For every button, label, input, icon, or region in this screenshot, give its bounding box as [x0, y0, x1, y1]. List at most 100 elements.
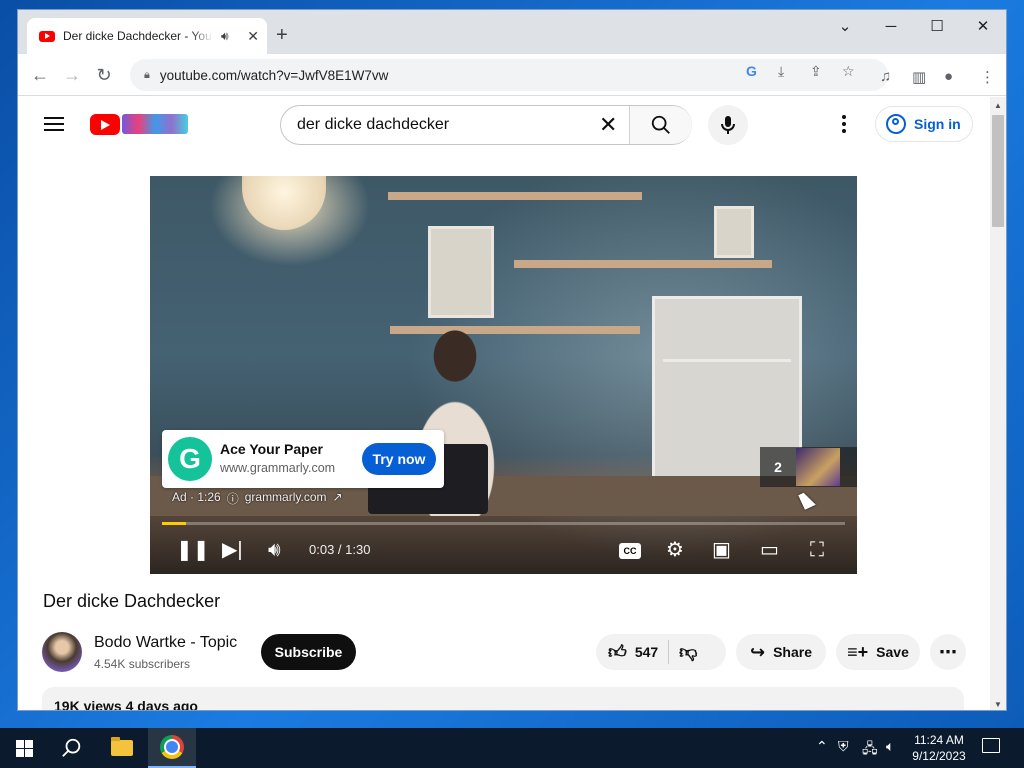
forward-arrow-icon[interactable]: →: [59, 62, 85, 88]
network-icon[interactable]: 🖧︎: [862, 738, 878, 762]
share-page-icon[interactable]: ⇪: [810, 63, 822, 80]
clock-time: 11:24 AM: [914, 733, 964, 747]
tab-close-icon[interactable]: ✕: [247, 28, 259, 45]
scene-shelf: [514, 260, 772, 268]
maximize-button[interactable]: ☐: [914, 10, 960, 42]
start-button[interactable]: [0, 728, 48, 768]
side-panel-icon[interactable]: ▥: [912, 68, 926, 86]
back-arrow-icon[interactable]: ←: [27, 62, 53, 88]
time-display: 0:03 / 1:30: [309, 542, 371, 557]
youtube-favicon-icon: [39, 30, 55, 42]
clock-date: 9/12/2023: [912, 749, 966, 763]
youtube-page: ✕ Sign in: [18, 97, 990, 710]
search-box: ✕: [280, 105, 692, 145]
ad-overlay-card[interactable]: G Ace Your Paper www.grammarly.com Try n…: [162, 430, 444, 488]
microphone-icon: [721, 116, 735, 134]
tab-strip: Der dicke Dachdecker - YouTube 🔊︎ ✕ + ⌄ …: [18, 10, 1006, 54]
security-icon[interactable]: ⛨: [838, 738, 849, 755]
settings-more-icon[interactable]: [842, 115, 846, 133]
new-tab-button[interactable]: +: [276, 24, 288, 47]
sign-in-button[interactable]: Sign in: [875, 106, 973, 142]
grammarly-logo-icon: G: [168, 437, 212, 481]
url-text[interactable]: youtube.com/watch?v=JwfV8E1W7vw: [160, 68, 388, 83]
save-button[interactable]: ≡+ Save: [836, 634, 920, 670]
chrome-taskbar-button[interactable]: [148, 728, 196, 768]
fullscreen-icon[interactable]: ⛶: [810, 538, 824, 562]
player-controls: ❚❚ ▶︎| 🔊︎ 0:03 / 1:30 CC ⚙︎ ▣ ▭ ⛶: [150, 528, 857, 574]
more-horizontal-icon: ⋯: [939, 641, 957, 662]
install-app-icon[interactable]: ⤓: [778, 63, 784, 80]
next-video-thumbnail: [796, 448, 840, 486]
description-box[interactable]: 19K views 4 days ago: [42, 687, 964, 710]
scrollbar-thumb[interactable]: [992, 115, 1004, 227]
close-window-button[interactable]: ✕: [960, 10, 1006, 42]
video-title: Der dicke Dachdecker: [43, 591, 221, 611]
scroll-down-icon[interactable]: ▼: [994, 700, 1002, 709]
subtitles-icon[interactable]: CC: [619, 543, 641, 559]
ad-advertiser-link[interactable]: grammarly.com: [245, 490, 327, 507]
scroll-up-icon[interactable]: ▲: [994, 101, 1002, 110]
minimize-button[interactable]: ─: [868, 10, 914, 42]
show-hidden-icons-icon[interactable]: ⌃: [816, 738, 828, 755]
notification-center-icon[interactable]: [982, 738, 1000, 753]
youtube-logo[interactable]: [90, 114, 120, 135]
youtube-doodle[interactable]: [122, 114, 188, 134]
save-label: Save: [876, 644, 909, 660]
video-player[interactable]: G Ace Your Paper www.grammarly.com Try n…: [150, 176, 857, 574]
pause-icon[interactable]: ❚❚: [176, 538, 210, 562]
voice-search-button[interactable]: [708, 105, 748, 145]
ad-queue-preview[interactable]: 2: [760, 447, 857, 487]
search-input[interactable]: [297, 106, 597, 144]
settings-gear-icon[interactable]: ⚙︎: [666, 538, 684, 562]
share-label: Share: [773, 644, 812, 660]
search-button[interactable]: [629, 106, 692, 144]
miniplayer-icon[interactable]: ▣: [712, 538, 731, 562]
thumbs-down-icon[interactable]: 👎︎: [679, 641, 697, 663]
theater-mode-icon[interactable]: ▭: [760, 538, 779, 562]
media-controls-icon[interactable]: ♫: [880, 68, 891, 85]
channel-avatar[interactable]: [42, 632, 82, 672]
subscribe-button[interactable]: Subscribe: [261, 634, 356, 670]
scene-frame: [714, 206, 754, 258]
ad-duration: Ad · 1:26: [172, 490, 221, 504]
like-dislike-group: 👍︎ 547 👎︎: [596, 634, 726, 670]
lock-icon: 🔒︎: [144, 68, 150, 81]
file-explorer-button[interactable]: [98, 728, 146, 768]
system-clock[interactable]: 11:24 AM 9/12/2023: [908, 732, 970, 764]
tab-youtube[interactable]: Der dicke Dachdecker - YouTube 🔊︎ ✕: [27, 18, 267, 54]
thumbs-up-icon[interactable]: 👍︎: [608, 641, 627, 663]
next-icon[interactable]: ▶︎|: [222, 538, 243, 562]
menu-hamburger-icon[interactable]: [44, 117, 64, 131]
scene-shelf: [388, 192, 642, 200]
volume-icon[interactable]: 🔊︎: [268, 538, 281, 562]
google-lens-icon[interactable]: G: [746, 63, 757, 79]
share-arrow-icon: ↪: [749, 641, 766, 662]
bookmark-star-icon[interactable]: ☆: [842, 63, 855, 80]
taskbar-search-button[interactable]: [48, 728, 96, 768]
like-count[interactable]: 547: [635, 644, 658, 660]
reload-icon[interactable]: ↻: [91, 62, 117, 88]
chrome-window: Der dicke Dachdecker - YouTube 🔊︎ ✕ + ⌄ …: [17, 9, 1007, 711]
volume-muted-icon[interactable]: 🔈︎: [886, 738, 894, 755]
external-link-icon: ↗: [332, 490, 343, 504]
ad-title: Ace Your Paper: [220, 441, 323, 457]
share-button[interactable]: ↪ Share: [736, 634, 826, 670]
more-actions-button[interactable]: ⋯: [930, 634, 966, 670]
address-bar[interactable]: 🔒︎ youtube.com/watch?v=JwfV8E1W7vw: [130, 59, 888, 91]
progress-bar[interactable]: [162, 522, 845, 525]
chrome-icon: [160, 735, 184, 759]
folder-icon: [111, 737, 133, 756]
profile-icon[interactable]: ●: [944, 68, 953, 85]
chrome-menu-icon[interactable]: ⋮: [980, 68, 995, 86]
sign-in-label: Sign in: [914, 116, 961, 132]
try-now-button[interactable]: Try now: [362, 443, 436, 475]
page-scrollbar[interactable]: ▲ ▼: [990, 97, 1006, 710]
clear-search-icon[interactable]: ✕: [599, 114, 617, 136]
tab-audio-icon[interactable]: 🔊︎: [221, 29, 229, 44]
tab-search-button[interactable]: ⌄: [822, 10, 868, 42]
ad-url: www.grammarly.com: [220, 461, 336, 475]
channel-name[interactable]: Bodo Wartke - Topic: [94, 634, 237, 652]
ad-meta: Ad · 1:26 ⓘ grammarly.com ↗: [172, 490, 343, 507]
ad-info-icon[interactable]: ⓘ: [227, 490, 239, 507]
ad-queue-count: 2: [774, 459, 782, 475]
